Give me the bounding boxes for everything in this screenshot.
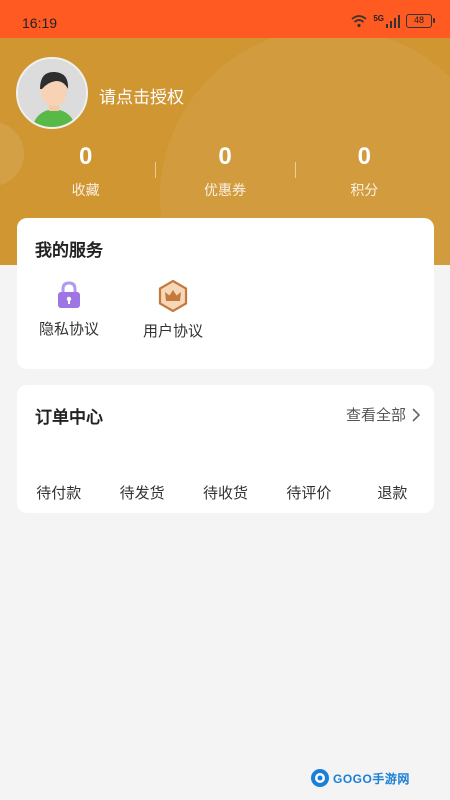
stat-label: 积分 — [350, 182, 379, 198]
stat-label: 收藏 — [71, 182, 100, 198]
stat-value: 0 — [78, 143, 93, 170]
wifi-icon — [351, 15, 367, 28]
crown-icon — [158, 280, 188, 312]
services-card: 我的服务 隐私协议 用户协议 — [17, 218, 434, 369]
stat-favorites[interactable]: 0 收藏 — [16, 142, 155, 202]
order-tab-pending-payment[interactable]: 待付款 — [17, 482, 100, 503]
order-tab-pending-review[interactable]: 待评价 — [267, 482, 350, 503]
stats-row: 0 收藏 0 优惠券 0 积分 — [16, 142, 434, 202]
chevron-right-icon — [412, 407, 420, 422]
order-tab-pending-shipment[interactable]: 待发货 — [100, 482, 183, 503]
services-title: 我的服务 — [35, 241, 103, 260]
view-all-link[interactable]: 查看全部 — [346, 404, 420, 425]
order-tab-pending-receipt[interactable]: 待收货 — [184, 482, 267, 503]
watermark-logo-icon — [311, 769, 329, 787]
status-bar: 16:19 5G 48 — [0, 0, 450, 38]
signal-icon — [386, 14, 400, 28]
stat-divider — [155, 162, 156, 178]
watermark-text: GOGO手游网 — [333, 771, 410, 786]
privacy-policy-item[interactable]: 隐私协议 — [29, 280, 109, 339]
user-agreement-item[interactable]: 用户协议 — [133, 280, 213, 341]
battery-icon: 48 — [406, 14, 435, 28]
orders-title: 订单中心 — [35, 408, 103, 427]
privacy-policy-label: 隐私协议 — [38, 321, 99, 338]
avatar[interactable] — [16, 57, 88, 129]
orders-card: 订单中心 查看全部 待付款 待发货 待收货 待评价 退款 — [17, 385, 434, 513]
network-label: 5G — [373, 13, 384, 23]
auth-prompt[interactable]: 请点击授权 — [99, 83, 184, 108]
status-time: 16:19 — [22, 15, 58, 31]
order-status-tabs: 待付款 待发货 待收货 待评价 退款 — [17, 482, 434, 503]
order-tab-refund[interactable]: 退款 — [351, 482, 434, 503]
stat-divider — [295, 162, 296, 178]
stat-value: 0 — [357, 143, 371, 170]
lock-icon — [58, 281, 80, 308]
user-agreement-label: 用户协议 — [142, 323, 203, 340]
stat-value: 0 — [218, 143, 232, 170]
stat-coupons[interactable]: 0 优惠券 — [155, 142, 294, 202]
view-all-label: 查看全部 — [345, 407, 406, 424]
avatar-icon — [18, 59, 86, 127]
watermark: GOGO手游网 — [310, 768, 410, 788]
battery-level: 48 — [413, 15, 424, 25]
stat-label: 优惠券 — [203, 182, 246, 198]
status-icons: 5G 48 — [351, 13, 435, 28]
stat-points[interactable]: 0 积分 — [295, 142, 434, 202]
